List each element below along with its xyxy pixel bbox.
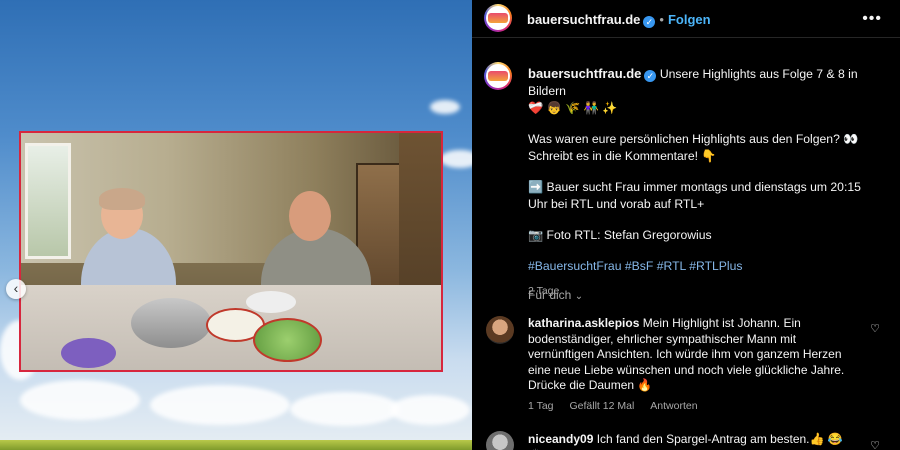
post-image[interactable]: ‹	[0, 0, 472, 450]
comment-avatar[interactable]	[486, 316, 514, 344]
verified-icon: ✓	[644, 70, 657, 82]
kitchen-photo	[19, 131, 443, 372]
cloud	[290, 392, 400, 426]
comment-age: 1 Tag	[528, 400, 554, 412]
verified-icon: ✓	[643, 16, 656, 28]
caption-schedule: ➡️ Bauer sucht Frau immer montags und di…	[528, 180, 861, 211]
hashtags[interactable]: #BauersuchtFrau #BsF #RTL #RTLPlus	[528, 259, 743, 273]
cloud	[440, 150, 472, 168]
heart-icon[interactable]: ♡	[870, 439, 880, 450]
separator: •	[659, 12, 664, 27]
comment-likes[interactable]: Gefällt 12 Mal	[570, 400, 635, 412]
brand-logo	[488, 13, 508, 23]
divider	[472, 37, 900, 38]
chevron-down-icon: ⌄	[574, 291, 584, 302]
more-icon[interactable]: •••	[862, 10, 882, 28]
photo-window	[25, 143, 71, 259]
caption: bauersuchtfrau.de ✓ Unsere Highlights aus…	[528, 65, 882, 300]
man-head	[289, 191, 331, 241]
caption-credit: 📷 Foto RTL: Stefan Gregorowius	[528, 228, 712, 242]
cloud	[390, 395, 470, 425]
grass-strip	[0, 440, 472, 450]
caption-question: Was waren eure persönlichen Highlights a…	[528, 132, 859, 163]
woman-hair	[99, 188, 145, 210]
comment-item: niceandy09 Ich fand den Spargel-Antrag a…	[486, 431, 886, 450]
follow-button[interactable]: Folgen	[668, 12, 711, 27]
bowl-purple	[61, 338, 116, 368]
caption-avatar[interactable]	[484, 62, 512, 90]
caption-account[interactable]: bauersuchtfrau.de	[528, 66, 641, 81]
brand-logo	[488, 71, 508, 81]
chevron-left-icon: ‹	[13, 280, 19, 296]
post-header: bauersuchtfrau.de ✓ • Folgen •••	[472, 0, 900, 37]
comment-body: katharina.asklepios Mein Highlight ist J…	[528, 316, 853, 394]
cloud	[150, 385, 290, 425]
reply-button[interactable]: Antworten	[650, 400, 697, 412]
cloud	[430, 100, 460, 114]
account-name[interactable]: bauersuchtfrau.de	[527, 12, 640, 27]
post-viewer: ‹ bauersuchtfrau.de ✓ • Folgen ••• bauersuc…	[0, 0, 900, 450]
plate	[246, 291, 296, 313]
post-panel: bauersuchtfrau.de ✓ • Folgen ••• bauersucht…	[472, 0, 900, 450]
comment-user[interactable]: katharina.asklepios	[528, 316, 639, 330]
comment-avatar[interactable]	[486, 431, 514, 450]
cloud	[20, 380, 140, 420]
prev-image-button[interactable]: ‹	[6, 279, 26, 299]
comment-meta: 1 Tag Gefällt 12 Mal Antworten	[528, 400, 698, 412]
bowl-salad	[253, 318, 322, 362]
heart-icon[interactable]: ♡	[870, 322, 880, 335]
comment-item: katharina.asklepios Mein Highlight ist J…	[486, 316, 886, 416]
comment-user[interactable]: niceandy09	[528, 432, 593, 446]
comment-body: niceandy09 Ich fand den Spargel-Antrag a…	[528, 432, 853, 450]
sort-dropdown[interactable]: Für dich ⌄	[528, 288, 583, 302]
sort-label: Für dich	[528, 288, 572, 302]
pot	[131, 298, 211, 348]
caption-emojis: ❤️‍🩹 👦 🌾 👫 ✨	[528, 101, 618, 115]
account-avatar[interactable]	[484, 4, 512, 32]
